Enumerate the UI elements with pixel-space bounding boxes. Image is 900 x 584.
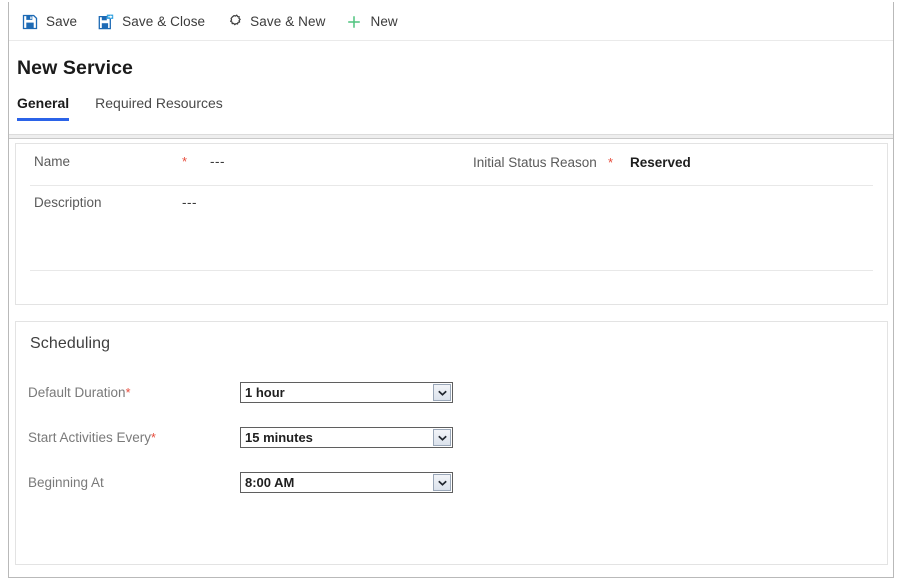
save-button-label: Save — [46, 14, 78, 29]
description-value[interactable]: --- — [182, 195, 197, 210]
initial-status-reason-label: Initial Status Reason — [473, 155, 597, 170]
page-title: New Service — [17, 57, 134, 79]
description-label: Description — [34, 195, 102, 210]
description-divider — [30, 270, 873, 271]
beginning-at-label: Beginning At — [28, 475, 240, 490]
default-duration-label: Default Duration* — [28, 385, 240, 400]
save-and-close-button-label: Save & Close — [122, 14, 206, 29]
tab-strip: General Required Resources — [17, 95, 249, 121]
new-button[interactable]: New — [339, 7, 407, 37]
scheduling-heading: Scheduling — [30, 335, 111, 352]
name-label: Name — [34, 154, 71, 169]
name-required-indicator: * — [182, 154, 188, 169]
new-button-label: New — [370, 14, 398, 29]
start-activities-every-value: 15 minutes — [245, 430, 313, 445]
chevron-down-icon[interactable] — [433, 384, 451, 401]
start-activities-every-required-indicator: * — [151, 431, 156, 445]
field-row-beginning-at: Beginning At 8:00 AM — [28, 472, 453, 493]
save-icon — [21, 13, 38, 30]
tab-required-resources-label: Required Resources — [95, 95, 223, 111]
default-duration-label-text: Default Duration — [28, 385, 126, 400]
tab-general[interactable]: General — [17, 95, 70, 121]
save-and-new-button[interactable]: Save & New — [219, 7, 335, 37]
field-row-description: Description --- — [34, 195, 197, 210]
plus-icon — [345, 13, 362, 30]
name-value[interactable]: --- — [210, 154, 225, 169]
default-duration-value: 1 hour — [245, 385, 285, 400]
start-activities-every-label: Start Activities Every* — [28, 430, 240, 445]
save-and-new-icon — [225, 13, 242, 30]
save-button[interactable]: Save — [15, 7, 87, 37]
initial-status-reason-required-indicator: * — [608, 155, 614, 170]
initial-status-reason-value[interactable]: Reserved — [630, 155, 691, 170]
save-and-new-button-label: Save & New — [250, 14, 326, 29]
start-activities-every-label-text: Start Activities Every — [28, 430, 152, 445]
save-and-close-icon — [97, 13, 114, 30]
start-activities-every-select[interactable]: 15 minutes — [240, 427, 453, 448]
tab-general-label: General — [17, 95, 70, 111]
command-bar-separator — [9, 40, 893, 41]
beginning-at-select[interactable]: 8:00 AM — [240, 472, 453, 493]
default-duration-required-indicator: * — [125, 386, 131, 400]
beginning-at-value: 8:00 AM — [245, 475, 295, 490]
field-row-initial-status-reason: Initial Status Reason * Reserved — [473, 155, 691, 170]
chevron-down-icon[interactable] — [433, 429, 451, 446]
save-and-close-button[interactable]: Save & Close — [91, 7, 215, 37]
field-row-default-duration: Default Duration* 1 hour — [28, 382, 453, 403]
command-bar: Save Save & Close Save & New New — [9, 3, 893, 40]
field-row-name: Name * --- — [34, 154, 225, 169]
beginning-at-label-text: Beginning At — [28, 475, 104, 490]
field-divider — [30, 185, 873, 186]
field-row-start-activities-every: Start Activities Every* 15 minutes — [28, 427, 453, 448]
tab-strip-separator — [9, 134, 893, 139]
tab-required-resources[interactable]: Required Resources — [95, 95, 223, 121]
chevron-down-icon[interactable] — [433, 474, 451, 491]
default-duration-select[interactable]: 1 hour — [240, 382, 453, 403]
